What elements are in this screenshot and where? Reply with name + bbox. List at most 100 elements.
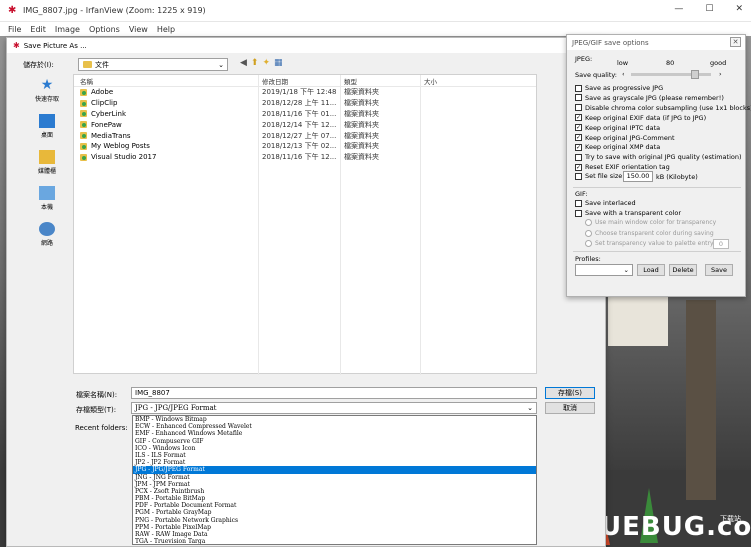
jpeg-option-checkbox[interactable]: Save as grayscale JPG (please remember!) (575, 94, 724, 102)
jpeg-option-checkbox[interactable]: ✓ Keep original XMP data (575, 143, 660, 151)
filetype-option[interactable]: PDF - Portable Document Format (133, 502, 536, 509)
col-type[interactable]: 類型 (344, 76, 357, 86)
file-row[interactable]: MediaTrans 2018/12/27 上午 07... 檔案資料夾 (74, 130, 536, 141)
gif-transparency-radio[interactable]: Choose transparent color during saving (585, 229, 714, 237)
jpeg-option-checkbox[interactable]: ✓ Keep original EXIF data (if JPG to JPG) (575, 114, 706, 122)
filetype-option[interactable]: JPM - JPM Format (133, 481, 536, 488)
checkbox-box[interactable] (575, 209, 582, 217)
filetype-option[interactable]: TGA - Truevision Targa (133, 538, 536, 544)
col-size[interactable]: 大小 (424, 76, 437, 86)
filetype-option[interactable]: ECW - Enhanced Compressed Wavelet (133, 423, 536, 430)
slider-right-arrow-icon[interactable]: › (719, 70, 722, 78)
file-row[interactable]: My Weblog Posts 2018/12/13 下午 02... 檔案資料夾 (74, 141, 536, 152)
place-this-pc[interactable]: 本機 (23, 186, 71, 222)
slider-left-arrow-icon[interactable]: ‹ (622, 70, 625, 78)
radio-circle[interactable] (585, 219, 592, 226)
jpeg-option-checkbox[interactable]: ✓ Reset EXIF orientation tag (575, 163, 670, 171)
filetype-option[interactable]: JNG - JNG Format (133, 474, 536, 481)
new-folder-icon[interactable]: ✦ (262, 58, 270, 68)
filetype-option[interactable]: EMF - Enhanced Windows Metafile (133, 430, 536, 437)
checkbox-box[interactable]: ✓ (575, 163, 582, 171)
filename-input[interactable]: IMG_8807 (131, 387, 537, 399)
jpeg-option-checkbox[interactable]: ✓ Keep original JPG-Comment (575, 134, 675, 142)
checkbox-box[interactable] (575, 84, 582, 92)
options-save-button[interactable]: Save (705, 264, 733, 276)
place-desktop[interactable]: 桌面 (23, 114, 71, 150)
radio-circle[interactable] (585, 229, 592, 237)
col-name[interactable]: 名稱 (80, 76, 93, 86)
filetype-option[interactable]: GIF - Compuserve GIF (133, 438, 536, 445)
menu-image[interactable]: Image (55, 25, 80, 34)
back-icon[interactable]: ◀ (240, 58, 247, 68)
radio-circle[interactable] (585, 240, 592, 247)
filetype-option[interactable]: RAW - RAW Image Data (133, 531, 536, 538)
file-row[interactable]: CyberLink 2018/11/16 下午 01... 檔案資料夾 (74, 109, 536, 120)
filetype-option[interactable]: ICO - Windows Icon (133, 445, 536, 452)
divider (573, 251, 741, 252)
set-file-size-checkbox[interactable]: Set file size: (575, 172, 625, 180)
gif-option-checkbox[interactable]: Save with a transparent color (575, 209, 681, 217)
quality-slider-thumb[interactable] (691, 70, 699, 79)
checkbox-box[interactable]: ✓ (575, 134, 582, 141)
file-row[interactable]: Adobe 2019/1/18 下午 12:48 檔案資料夾 (74, 87, 536, 98)
filetype-select[interactable]: JPG - JPG/JPEG Format ⌄ (131, 402, 537, 414)
checkbox-label: Save with a transparent color (585, 209, 682, 217)
filetype-option[interactable]: ILS - ILS Format (133, 452, 536, 459)
filetype-option[interactable]: PGM - Portable GrayMap (133, 509, 536, 516)
jpeg-option-checkbox[interactable]: ✓ Keep original IPTC data (575, 124, 660, 132)
filetype-option[interactable]: BMP - Windows Bitmap (133, 416, 536, 423)
delete-button[interactable]: Delete (669, 264, 697, 276)
lookin-combo[interactable]: 文件 ⌄ (78, 58, 228, 71)
filetype-option[interactable]: PCX - Zsoft Paintbrush (133, 488, 536, 495)
jpeg-option-checkbox[interactable]: Try to save with original JPG quality (e… (575, 153, 742, 161)
checkbox-box[interactable]: ✓ (575, 124, 582, 132)
menu-edit[interactable]: Edit (30, 25, 46, 34)
place-libraries[interactable]: 媒體櫃 (23, 150, 71, 186)
jpeg-option-checkbox[interactable]: Disable chroma color subsampling (use 1x… (575, 104, 751, 112)
save-button[interactable]: 存檔(S) (545, 387, 595, 399)
checkbox-box[interactable]: ✓ (575, 143, 582, 151)
close-icon[interactable]: ✕ (735, 4, 743, 14)
checkbox-box[interactable] (575, 172, 582, 180)
file-row[interactable]: Visual Studio 2017 2018/11/16 下午 12... 檔案資… (74, 152, 536, 163)
app-titlebar: ✱ IMG_8807.jpg - IrfanView (Zoom: 1225 x… (0, 0, 751, 22)
file-size-input[interactable]: 150.00 (623, 171, 653, 182)
load-button[interactable]: Load (637, 264, 665, 276)
view-menu-icon[interactable]: ▦ (274, 58, 283, 68)
chevron-down-icon: ⌄ (623, 266, 629, 274)
checkbox-box[interactable] (575, 199, 582, 207)
menu-help[interactable]: Help (157, 25, 175, 34)
cancel-button[interactable]: 取消 (545, 402, 595, 414)
place-network[interactable]: 網路 (23, 222, 71, 258)
file-row[interactable]: ClipClip 2018/12/28 上午 11... 檔案資料夾 (74, 98, 536, 109)
up-folder-icon[interactable]: ⬆ (251, 58, 259, 68)
jpeg-option-checkbox[interactable]: Save as progressive JPG (575, 84, 663, 92)
menu-file[interactable]: File (8, 25, 21, 34)
file-row[interactable]: FonePaw 2018/12/14 下午 12... 檔案資料夾 (74, 119, 536, 130)
gif-option-checkbox[interactable]: Save interlaced (575, 199, 636, 207)
profiles-select[interactable]: ⌄ (575, 264, 633, 276)
place-quick-access[interactable]: ★ 快速存取 (23, 78, 71, 114)
filetype-label: 存檔類型(T): (76, 406, 117, 414)
filetype-option[interactable]: PNG - Portable Network Graphics (133, 517, 536, 524)
checkbox-box[interactable]: ✓ (575, 114, 582, 122)
menu-options[interactable]: Options (89, 25, 120, 34)
close-icon[interactable]: ✕ (730, 37, 741, 47)
recent-folders-label: Recent folders: (75, 424, 128, 432)
filetype-option[interactable]: JPG - JPG/JPEG Format (133, 466, 536, 474)
filetype-option[interactable]: JP2 - JP2 Format (133, 459, 536, 466)
checkbox-box[interactable] (575, 94, 582, 102)
gif-transparency-radio[interactable]: Set transparency value to palette entry: (585, 240, 715, 247)
filetype-option[interactable]: PBM - Portable BitMap (133, 495, 536, 502)
quality-slider-track[interactable] (631, 73, 711, 76)
checkbox-box[interactable] (575, 104, 582, 112)
col-date[interactable]: 修改日期 (262, 76, 288, 86)
minimize-icon[interactable]: — (674, 4, 683, 14)
menu-view[interactable]: View (129, 25, 148, 34)
filetype-option[interactable]: PPM - Portable PixelMap (133, 524, 536, 531)
transparency-input[interactable]: 0 (713, 239, 729, 249)
checkbox-box[interactable] (575, 153, 582, 161)
gif-transparency-radio[interactable]: Use main window color for transparency (585, 219, 716, 226)
maximize-icon[interactable]: ☐ (705, 4, 713, 14)
window-controls: — ☐ ✕ (674, 4, 743, 14)
